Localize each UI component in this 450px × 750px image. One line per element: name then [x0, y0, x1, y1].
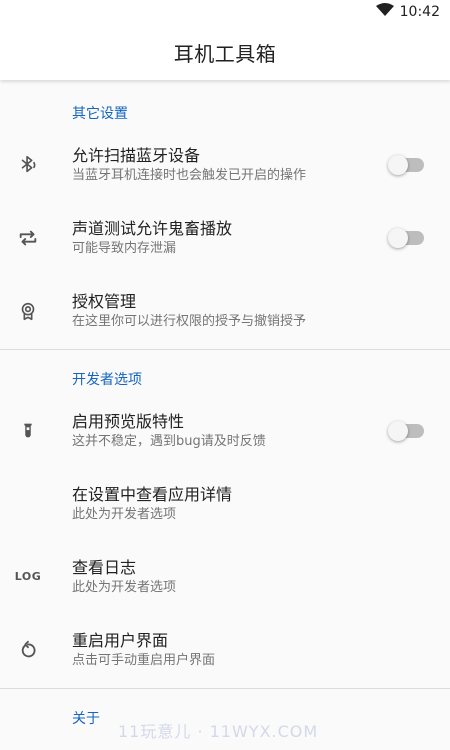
enable-preview-features-switch[interactable]: [388, 420, 424, 441]
pref-summary: 点击可手动重启用户界面: [72, 652, 216, 668]
test-tube-icon: [16, 419, 40, 443]
section-title-developer: 开发者选项: [72, 372, 142, 388]
pref-summary: 这并不稳定，遇到bug请及时反馈: [72, 433, 266, 449]
repeat-icon: [16, 226, 40, 250]
page-title: 耳机工具箱: [173, 41, 277, 66]
settings-list: 其它设置 允许扫描蓝牙设备 当蓝牙耳机连接时也会触发已开启的操作 声道测试允许鬼…: [0, 80, 450, 729]
pref-title: 启用预览版特性: [72, 411, 185, 431]
restart-icon: [16, 638, 40, 662]
pref-title: 重启用户界面: [72, 630, 169, 650]
log-icon: LOG: [14, 565, 42, 589]
pref-permission-management[interactable]: 授权管理 在这里你可以进行权限的授予与撤销授予: [0, 274, 450, 347]
pref-summary: 在这里你可以进行权限的授予与撤销授予: [72, 313, 307, 329]
pref-enable-preview-features[interactable]: 启用预览版特性 这并不稳定，遇到bug请及时反馈: [0, 394, 450, 467]
status-time: 10:42: [399, 4, 440, 20]
section-header-other: 其它设置: [0, 80, 450, 124]
allow-bluetooth-scan-switch[interactable]: [388, 154, 424, 175]
pref-title: 授权管理: [72, 291, 137, 311]
switch-thumb: [388, 154, 408, 175]
pref-summary: 可能导致内存泄漏: [72, 240, 177, 256]
wifi-icon: [375, 3, 394, 21]
pref-title: 允许扫描蓝牙设备: [72, 145, 201, 165]
pref-summary: 当蓝牙耳机连接时也会触发已开启的操作: [72, 167, 307, 183]
log-icon-text: LOG: [14, 570, 42, 583]
section-title-other: 其它设置: [72, 106, 128, 122]
pref-allow-bluetooth-scan[interactable]: 允许扫描蓝牙设备 当蓝牙耳机连接时也会触发已开启的操作: [0, 128, 450, 201]
switch-thumb: [388, 227, 408, 248]
watermark: 11玩意儿 · 11WYX.COM: [118, 722, 319, 741]
status-icons: 10:42: [375, 3, 440, 21]
pref-restart-ui[interactable]: 重启用户界面 点击可手动重启用户界面: [0, 613, 450, 686]
section-title-about: 关于: [72, 711, 100, 727]
bluetooth-audio-icon: [16, 153, 40, 177]
pref-title: 声道测试允许鬼畜播放: [72, 218, 233, 238]
pref-channel-test-loop[interactable]: 声道测试允许鬼畜播放 可能导致内存泄漏: [0, 201, 450, 274]
switch-thumb: [388, 420, 408, 441]
channel-test-loop-switch[interactable]: [388, 227, 424, 248]
pref-summary: 此处为开发者选项: [72, 506, 177, 522]
pref-title: 查看日志: [72, 557, 137, 577]
section-header-developer: 开发者选项: [0, 350, 450, 390]
pref-view-app-details[interactable]: 在设置中查看应用详情 此处为开发者选项: [0, 467, 450, 540]
pref-summary: 此处为开发者选项: [72, 579, 177, 595]
badge-icon: [16, 299, 40, 323]
app-bar: 耳机工具箱: [0, 24, 450, 80]
pref-title: 在设置中查看应用详情: [72, 484, 233, 504]
pref-view-logs[interactable]: LOG 查看日志 此处为开发者选项: [0, 540, 450, 613]
status-bar: 10:42: [0, 0, 450, 24]
